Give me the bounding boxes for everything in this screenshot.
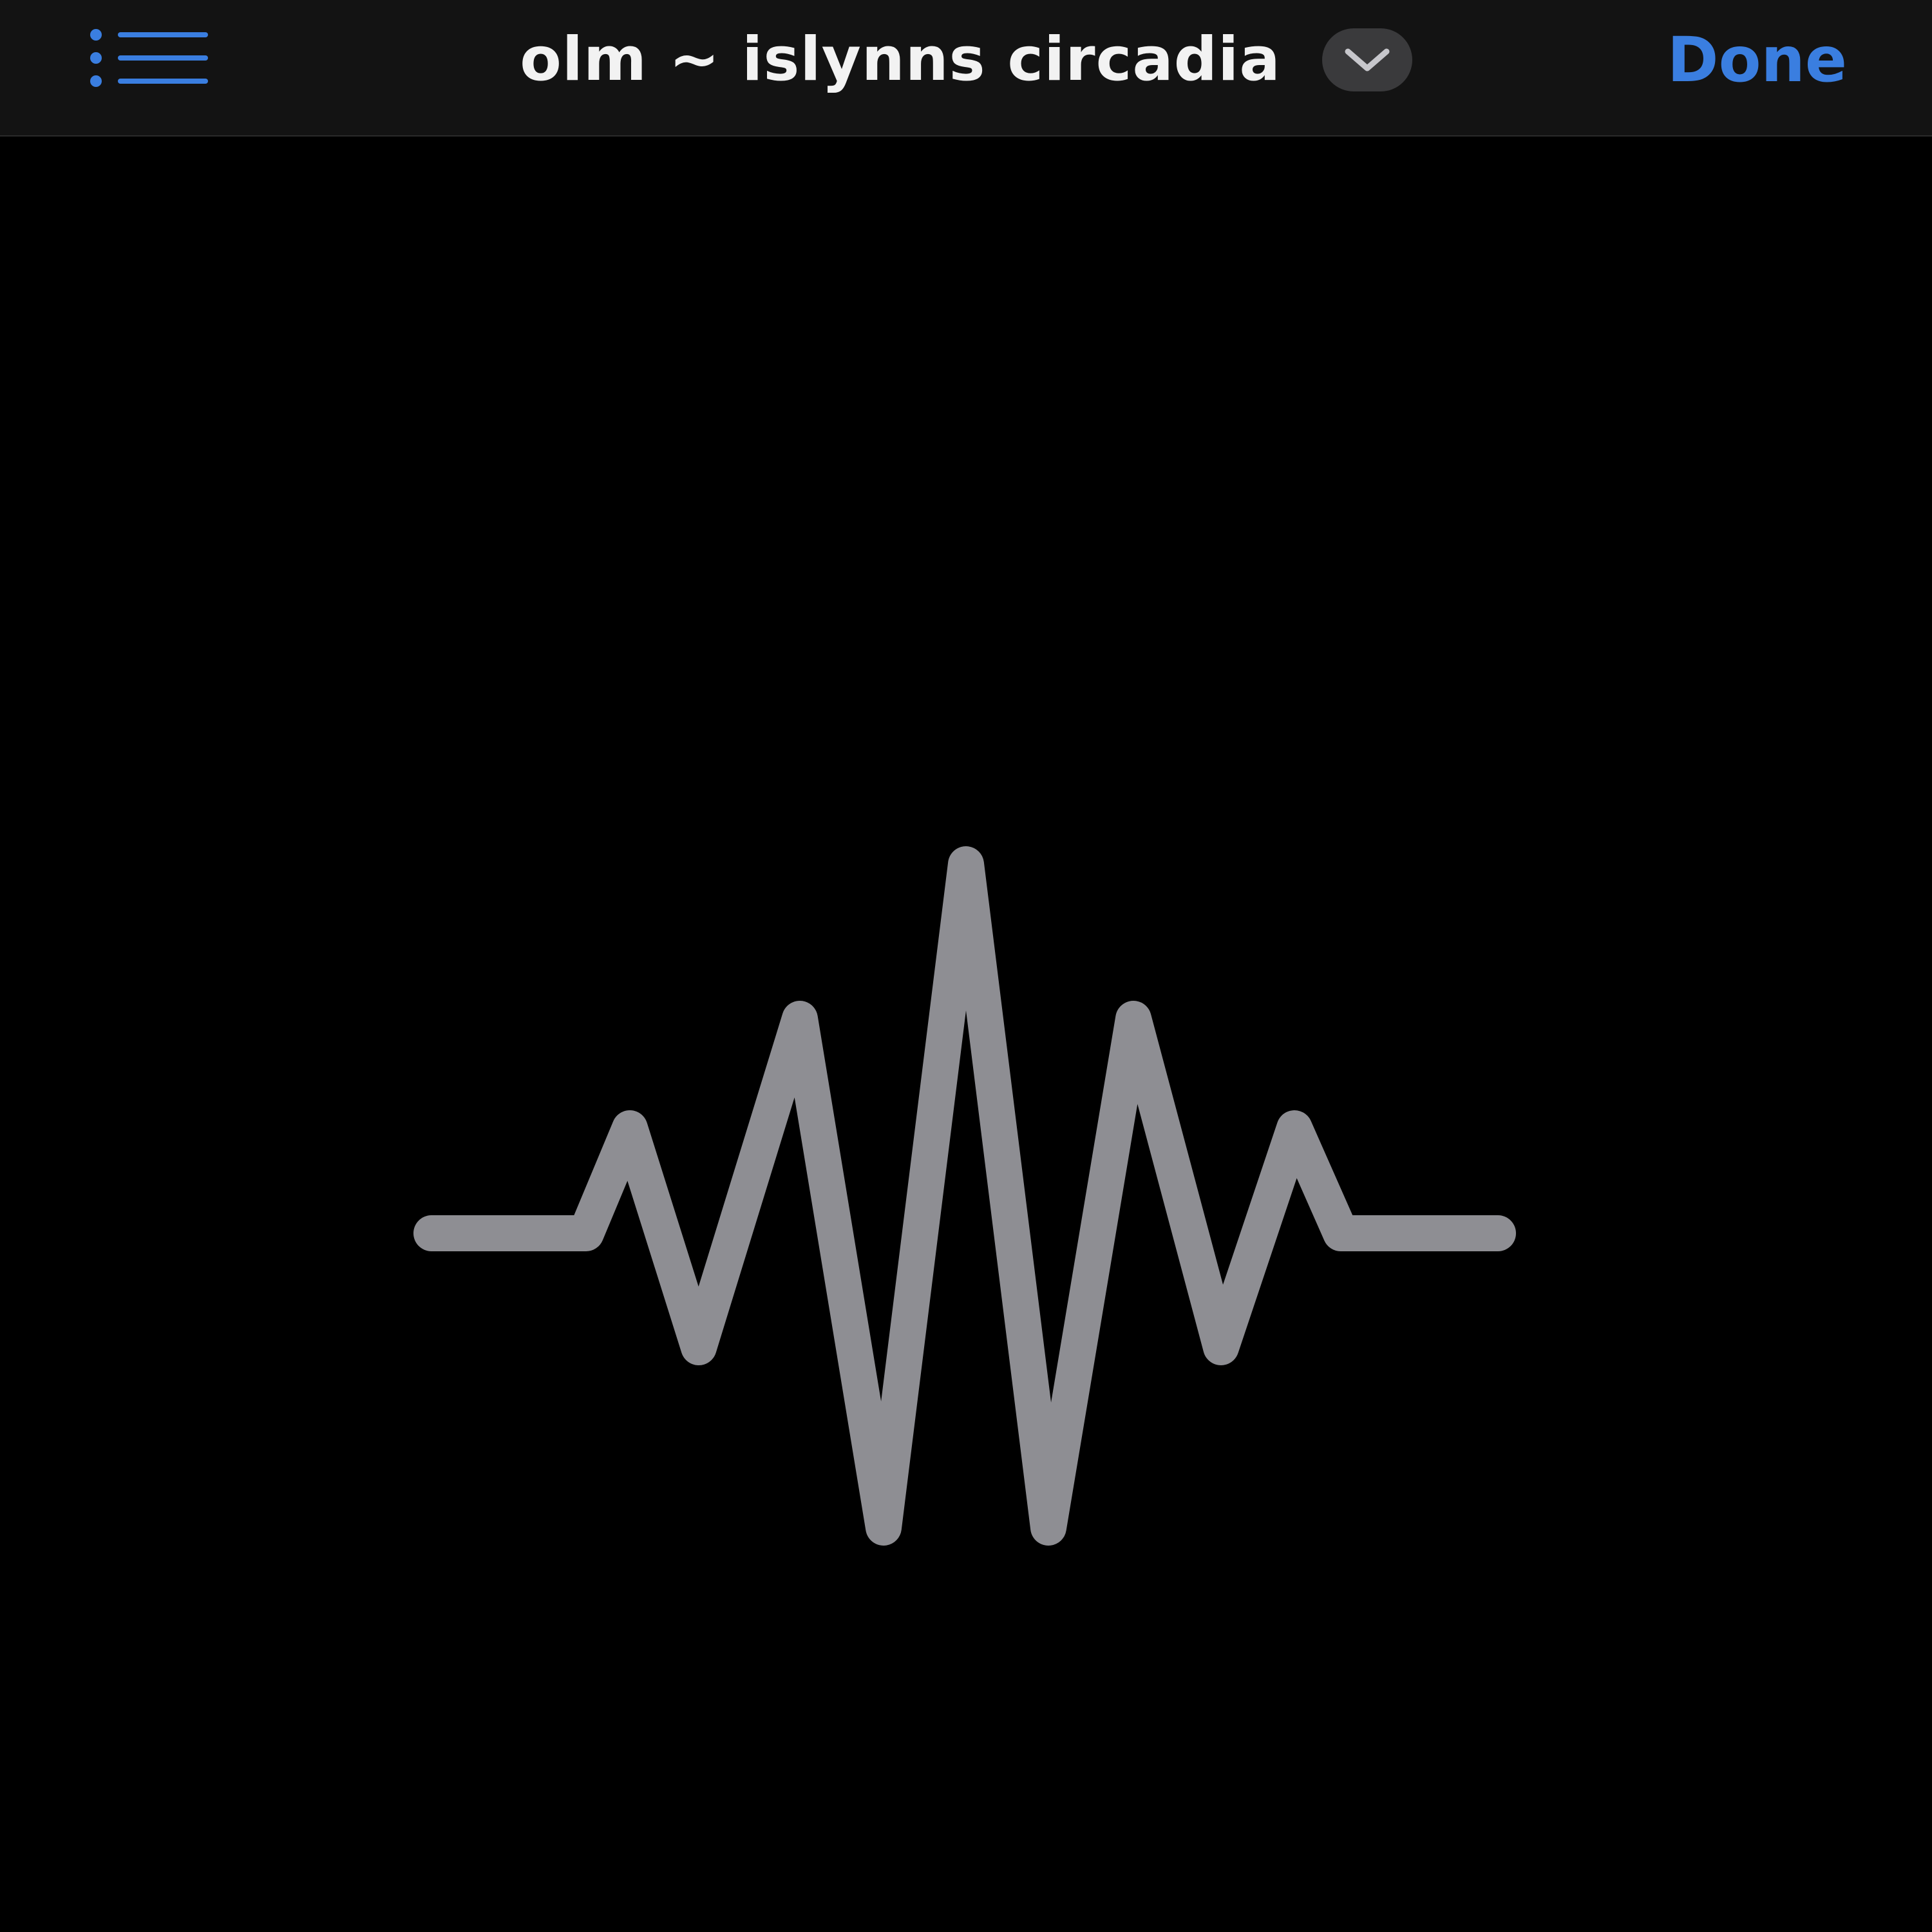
waveform-icon [412,845,1520,1560]
title-group: olm ~ islynns circadia [0,0,1932,119]
title-options-button[interactable] [1321,28,1412,91]
recording-content-area [0,137,1932,1932]
chevron-down-icon [1345,48,1390,71]
recording-title[interactable]: olm ~ islynns circadia [520,24,1281,95]
done-button[interactable]: Done [1667,0,1847,119]
navigation-bar: olm ~ islynns circadia Done [0,0,1932,137]
